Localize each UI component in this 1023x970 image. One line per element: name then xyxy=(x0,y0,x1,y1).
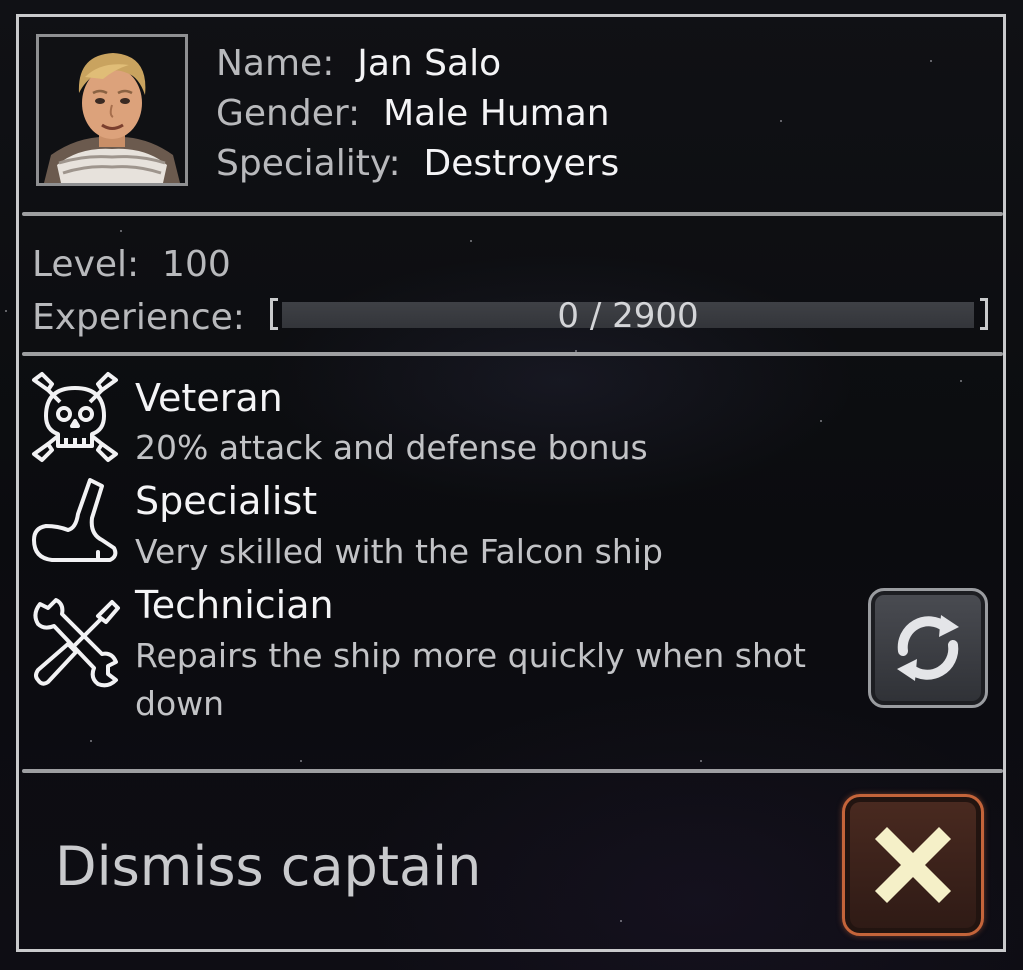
captain-gender: Male Human xyxy=(383,93,610,134)
trait-description: Repairs the ship more quickly when shot … xyxy=(135,636,806,723)
dismiss-captain-label: Dismiss captain xyxy=(55,835,482,898)
experience-label: Experience: xyxy=(32,297,245,338)
captain-portrait xyxy=(36,34,188,186)
experience-bracket-left xyxy=(270,298,278,330)
speciality-label: Speciality: xyxy=(216,143,401,184)
divider xyxy=(22,352,1003,356)
level-label: Level: xyxy=(32,244,140,285)
level-row: Level: 100 xyxy=(32,243,231,287)
experience-row: Experience: xyxy=(32,296,245,340)
divider xyxy=(22,769,1003,773)
trait-title: Specialist xyxy=(135,479,318,523)
star xyxy=(5,310,7,312)
reroll-traits-button[interactable] xyxy=(868,588,988,708)
refresh-icon xyxy=(897,615,959,681)
skull-crossbones-icon xyxy=(28,370,122,464)
level-value: 100 xyxy=(162,244,231,285)
captain-speciality: Destroyers xyxy=(423,143,620,184)
trait-description: Very skilled with the Falcon ship xyxy=(135,532,663,571)
close-icon xyxy=(874,826,952,904)
experience-value: 0 / 2900 xyxy=(557,296,699,336)
trait-title: Technician xyxy=(135,583,334,627)
wrench-screwdriver-icon xyxy=(28,596,122,690)
gender-row: Gender: Male Human xyxy=(216,92,610,136)
captain-details-panel: Name: Jan Salo Gender: Male Human Specia… xyxy=(0,0,1023,970)
trait-description: 20% attack and defense bonus xyxy=(135,428,648,467)
name-row: Name: Jan Salo xyxy=(216,42,501,86)
gender-label: Gender: xyxy=(216,93,361,134)
captain-name: Jan Salo xyxy=(357,43,502,84)
trait-title: Veteran xyxy=(135,376,283,420)
experience-bracket-right xyxy=(980,298,988,330)
speciality-row: Speciality: Destroyers xyxy=(216,142,619,186)
divider xyxy=(22,212,1003,216)
dismiss-captain-button[interactable] xyxy=(842,794,984,936)
name-label: Name: xyxy=(216,43,335,84)
boot-icon xyxy=(28,474,122,568)
